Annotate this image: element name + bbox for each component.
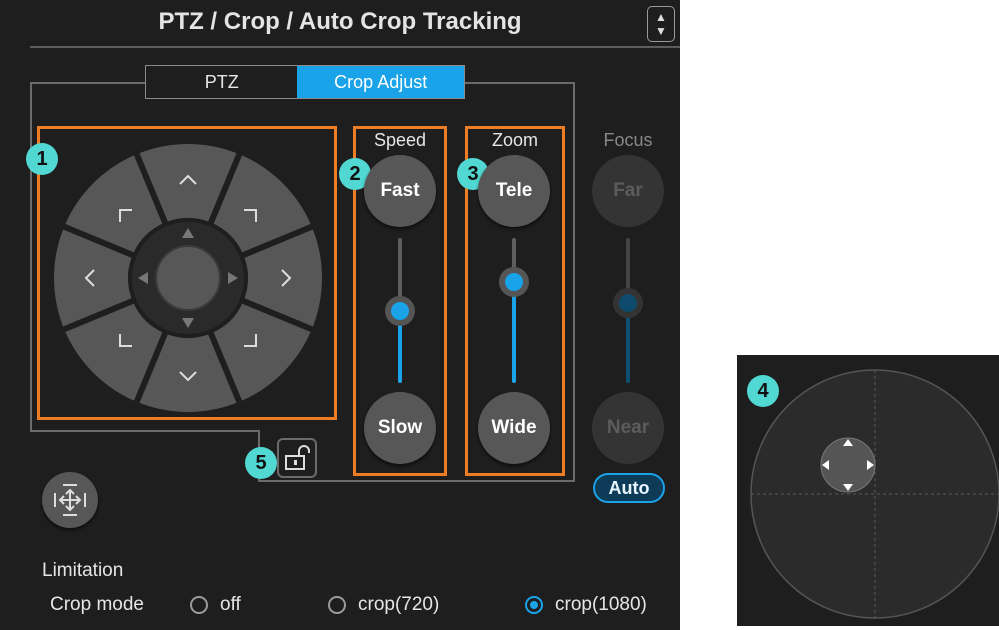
- limitation-button[interactable]: [42, 472, 98, 528]
- crop-mode-option-crop720[interactable]: crop(720): [328, 594, 439, 616]
- dpad-center-button[interactable]: [155, 245, 221, 311]
- radio-option-label: crop(1080): [555, 594, 647, 615]
- speed-slow-button[interactable]: Slow: [364, 392, 436, 464]
- frame-line-left: [30, 82, 32, 432]
- joystick-handle[interactable]: [820, 437, 876, 493]
- zoom-wide-button[interactable]: Wide: [478, 392, 550, 464]
- zoom-slider-fill: [512, 281, 516, 383]
- limitation-label: Limitation: [42, 560, 124, 581]
- zoom-label: Zoom: [491, 130, 538, 150]
- radio-button[interactable]: [190, 596, 208, 614]
- joystick-panel: 4: [737, 355, 999, 626]
- ptz-control-panel: PTZ / Crop / Auto Crop Tracking ▲ ▼ PTZ C…: [0, 0, 680, 630]
- direction-pad: [53, 143, 323, 413]
- tab-crop-adjust[interactable]: Crop Adjust: [297, 66, 464, 98]
- focus-far-button[interactable]: Far: [592, 155, 664, 227]
- badge-joystick: 4: [747, 375, 779, 407]
- frame-line-top-right: [465, 82, 575, 84]
- zoom-slider-knob[interactable]: [499, 266, 529, 297]
- frame-line-bottom-right: [258, 480, 575, 482]
- focus-label: Focus: [603, 130, 653, 150]
- crop-mode-option-crop1080[interactable]: crop(1080): [525, 594, 647, 616]
- frame-line-bottom-left: [30, 430, 260, 432]
- unlock-icon: [285, 445, 310, 470]
- lock-toggle-button[interactable]: [277, 438, 317, 478]
- speed-fast-button[interactable]: Fast: [364, 155, 436, 227]
- scroll-toggle-button[interactable]: ▲ ▼: [647, 6, 675, 42]
- focus-auto-button[interactable]: Auto: [593, 473, 665, 503]
- radio-button[interactable]: [328, 596, 346, 614]
- radio-option-label: off: [220, 594, 241, 615]
- panel-title: PTZ / Crop / Auto Crop Tracking: [158, 8, 522, 35]
- move-arrows-icon: [54, 484, 86, 516]
- speed-slider-knob[interactable]: [385, 295, 415, 326]
- focus-near-button[interactable]: Near: [592, 392, 664, 464]
- badge-lock: 5: [245, 447, 277, 479]
- title-divider: [30, 46, 680, 48]
- speed-label: Speed: [373, 130, 427, 150]
- frame-line-top-left: [30, 82, 145, 84]
- mode-tabs: PTZ Crop Adjust: [145, 65, 465, 99]
- crop-mode-label: Crop mode: [50, 594, 144, 615]
- crop-mode-option-off[interactable]: off: [190, 594, 241, 616]
- focus-slider-knob[interactable]: [613, 288, 643, 319]
- radio-option-label: crop(720): [358, 594, 440, 615]
- zoom-tele-button[interactable]: Tele: [478, 155, 550, 227]
- tab-ptz[interactable]: PTZ: [146, 66, 297, 98]
- radio-button-selected[interactable]: [525, 596, 543, 614]
- up-down-arrows-icon: ▲ ▼: [655, 10, 667, 38]
- frame-line-right: [573, 82, 575, 482]
